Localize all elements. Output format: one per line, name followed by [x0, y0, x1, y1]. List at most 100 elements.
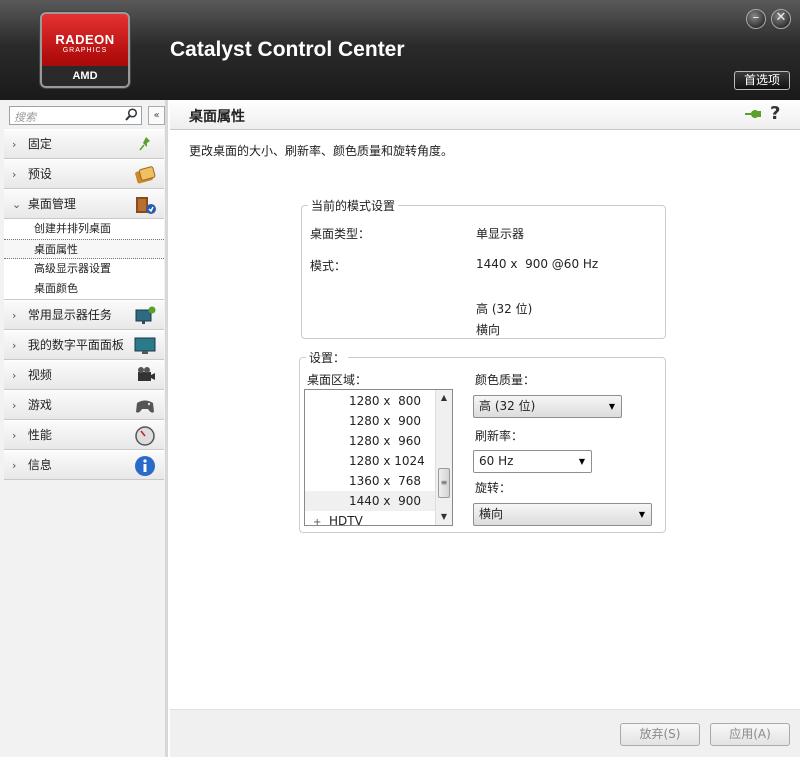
refresh-rate-select[interactable]: 60 Hz ▼	[473, 450, 592, 473]
desktop-type-label: 桌面类型：	[310, 227, 371, 241]
scroll-down-icon[interactable]: ▼	[436, 509, 452, 525]
desktop-type-value: 单显示器	[476, 227, 525, 241]
presets-icon	[134, 164, 156, 186]
list-item-selected[interactable]: 1440 x 900	[305, 491, 452, 511]
close-button[interactable]: ✕	[771, 9, 791, 29]
current-mode-legend: 当前的模式设置	[311, 199, 396, 213]
list-item[interactable]: 1280 x 960	[305, 431, 452, 451]
sidebar-subitem-advanced-display[interactable]: 高级显示器设置	[4, 259, 164, 279]
gauge-icon	[134, 425, 156, 447]
sidebar-item-desktop-management[interactable]: ⌄ 桌面管理	[4, 189, 164, 219]
video-camera-icon	[134, 365, 156, 387]
listbox-scrollbar[interactable]: ▲ ≡ ▼	[435, 390, 452, 525]
search-icon[interactable]	[125, 108, 138, 124]
mode-label: 模式：	[310, 259, 347, 273]
sidebar-item-label: 预设	[27, 167, 52, 181]
apply-button[interactable]: 应用(A)	[710, 723, 790, 746]
sidebar-item-label: 常用显示器任务	[27, 308, 112, 322]
chevron-right-icon: ›	[12, 138, 17, 151]
sidebar: 搜索 « › 固定 › 预设 ⌄ 桌面管理 创建并排列桌面 桌面属性 高级显示器…	[0, 100, 168, 757]
list-item[interactable]: 1280 x 800	[305, 391, 452, 411]
chevron-down-icon: ▼	[638, 510, 645, 519]
expand-icon[interactable]: +	[313, 517, 321, 525]
sidebar-nav: › 固定 › 预设 ⌄ 桌面管理 创建并排列桌面 桌面属性 高级显示器设置 桌面…	[4, 129, 164, 480]
discard-button[interactable]: 放弃(S)	[620, 723, 700, 746]
sidebar-item-pinned[interactable]: › 固定	[4, 129, 164, 159]
sidebar-subitem-desktop-color[interactable]: 桌面颜色	[4, 279, 164, 299]
desktop-area-label: 桌面区域：	[307, 373, 368, 387]
list-group-hdtv[interactable]: + HDTV	[305, 511, 452, 526]
scroll-up-icon[interactable]: ▲	[436, 390, 452, 406]
chevron-down-icon: ⌄	[12, 198, 22, 211]
rotation-select[interactable]: 横向 ▼	[473, 503, 652, 526]
refresh-rate-label: 刷新率：	[475, 429, 524, 443]
search-input[interactable]: 搜索	[9, 106, 142, 125]
rotation-label: 旋转：	[475, 481, 512, 495]
sidebar-item-performance[interactable]: › 性能	[4, 420, 164, 450]
chevron-right-icon: ›	[12, 369, 17, 382]
radeon-logo: RADEON GRAPHICS AMD	[40, 12, 130, 88]
sidebar-item-label: 游戏	[27, 398, 52, 412]
chevron-right-icon: ›	[12, 399, 17, 412]
sidebar-subitem-desktop-properties[interactable]: 桌面属性	[4, 239, 164, 259]
sidebar-item-presets[interactable]: › 预设	[4, 159, 164, 189]
sidebar-item-information[interactable]: › 信息	[4, 450, 164, 480]
sidebar-item-label: 信息	[27, 458, 52, 472]
info-icon	[134, 455, 156, 477]
chevron-right-icon: ›	[12, 459, 17, 472]
sidebar-item-gaming[interactable]: › 游戏	[4, 390, 164, 420]
color-quality-select[interactable]: 高 (32 位) ▼	[473, 395, 622, 418]
main-panel: 桌面属性 ? 更改桌面的大小、刷新率、颜色质量和旋转角度。 当前的模式设置 桌面…	[170, 100, 800, 757]
refresh-rate-value: 60 Hz	[479, 454, 514, 468]
search-placeholder: 搜索	[14, 111, 36, 124]
sidebar-item-label: 我的数字平面面板	[27, 338, 124, 352]
current-orientation-value: 横向	[476, 323, 501, 337]
chevron-right-icon: ›	[12, 339, 17, 352]
pin-page-icon[interactable]	[744, 107, 762, 124]
desktop-area-listbox[interactable]: 1280 x 800 1280 x 900 1280 x 960 1280 x …	[304, 389, 453, 526]
color-quality-label: 颜色质量：	[475, 373, 536, 387]
list-group-label: HDTV	[329, 514, 363, 526]
logo-graphics-text: GRAPHICS	[62, 47, 108, 54]
list-item[interactable]: 1360 x 768	[305, 471, 452, 491]
page-description: 更改桌面的大小、刷新率、颜色质量和旋转角度。	[189, 144, 454, 158]
preferences-button[interactable]: 首选项	[734, 71, 790, 90]
color-quality-value: 高 (32 位)	[479, 399, 536, 413]
sidebar-subitem-create-arrange[interactable]: 创建并排列桌面	[4, 219, 164, 239]
rotation-value: 横向	[479, 507, 504, 521]
chevron-right-icon: ›	[12, 309, 17, 322]
sidebar-item-label: 性能	[27, 428, 52, 442]
sidebar-item-label: 桌面管理	[27, 197, 76, 211]
sidebar-item-display-tasks[interactable]: › 常用显示器任务	[4, 300, 164, 330]
sidebar-item-flat-panel[interactable]: › 我的数字平面面板	[4, 330, 164, 360]
chevron-right-icon: ›	[12, 429, 17, 442]
current-color-value: 高 (32 位)	[476, 302, 533, 316]
footer-bar: 放弃(S) 应用(A)	[170, 709, 800, 757]
list-item[interactable]: 1280 x 900	[305, 411, 452, 431]
mode-value: 1440 x 900 @60 Hz	[476, 257, 599, 271]
sidebar-item-label: 视频	[27, 368, 52, 382]
logo-radeon-text: RADEON	[55, 32, 115, 47]
page-title: 桌面属性	[189, 109, 245, 125]
chevron-right-icon: ›	[12, 168, 17, 181]
sidebar-item-video[interactable]: › 视频	[4, 360, 164, 390]
logo-amd-text: AMD	[42, 66, 128, 86]
collapse-sidebar-button[interactable]: «	[148, 106, 165, 125]
chevron-down-icon: ▼	[608, 402, 615, 411]
page-header: 桌面属性 ?	[170, 100, 800, 130]
scrollbar-thumb[interactable]: ≡	[438, 468, 450, 498]
app-header: RADEON GRAPHICS AMD Catalyst Control Cen…	[0, 0, 800, 100]
app-title: Catalyst Control Center	[170, 38, 405, 61]
chevron-down-icon: ▼	[578, 457, 585, 466]
gamepad-icon	[134, 395, 156, 417]
desktop-management-subitems: 创建并排列桌面 桌面属性 高级显示器设置 桌面颜色	[4, 219, 164, 300]
display-tasks-icon	[134, 305, 156, 327]
sidebar-item-label: 固定	[27, 137, 52, 151]
pin-icon	[134, 134, 156, 156]
minimize-button[interactable]: –	[746, 9, 766, 29]
settings-legend: 设置：	[309, 351, 346, 365]
list-item[interactable]: 1280 x 1024	[305, 451, 452, 471]
desktop-management-icon	[134, 194, 156, 216]
help-icon[interactable]: ?	[770, 103, 780, 124]
flat-panel-icon	[134, 335, 156, 357]
